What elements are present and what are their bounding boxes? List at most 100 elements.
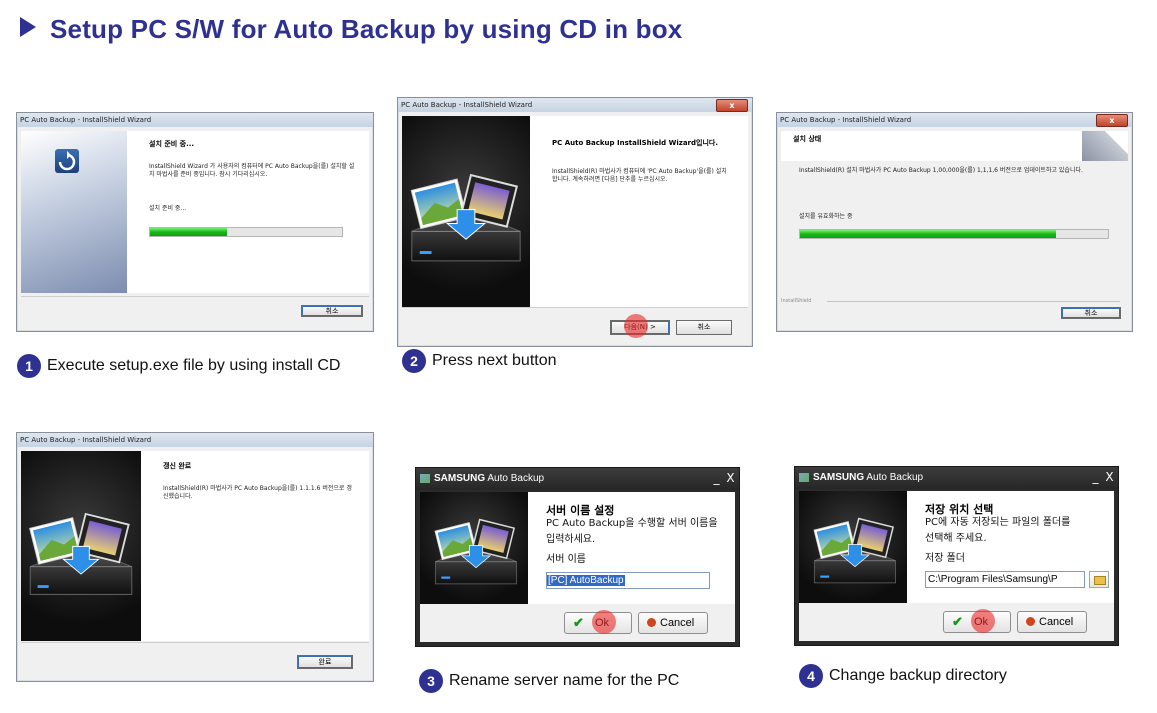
samsung-dialog-backup-folder: SAMSUNG Auto Backup _ X 저장 위치 선택 PC에 자동 … xyxy=(794,466,1119,646)
folder-browse-icon[interactable] xyxy=(1089,571,1109,588)
step-caption-2: 2 Press next button xyxy=(402,349,557,373)
minimize-button[interactable]: _ xyxy=(1089,470,1102,485)
close-button[interactable]: X xyxy=(1103,470,1116,485)
wizard-window-status: PC Auto Backup - InstallShield Wizard x 설… xyxy=(776,112,1133,332)
minimize-button[interactable]: _ xyxy=(710,471,723,486)
wizard-footer: 완료 xyxy=(21,642,369,677)
wizard-footer: 취소 xyxy=(21,296,369,327)
backup-folder-input[interactable]: C:\Program Files\Samsung\P xyxy=(925,571,1085,588)
progress-fill xyxy=(800,230,1056,238)
brand-name: SAMSUNG xyxy=(434,473,486,484)
wizard-window-complete: PC Auto Backup - InstallShield Wizard 갱신… xyxy=(16,432,374,682)
click-indicator xyxy=(971,609,995,633)
wizard-window-welcome: PC Auto Backup - InstallShield Wizard x P… xyxy=(397,97,753,347)
cancel-button[interactable]: 취소 xyxy=(676,320,732,335)
finish-button[interactable]: 완료 xyxy=(297,655,353,669)
step-number-badge: 3 xyxy=(419,669,443,693)
step-caption-3: 3 Rename server name for the PC xyxy=(419,669,679,693)
click-indicator xyxy=(592,610,616,634)
field-label: 서버 이름 xyxy=(546,554,586,565)
progress-bar xyxy=(799,229,1109,239)
window-title-text: PC Auto Backup - InstallShield Wizard xyxy=(401,101,533,109)
step-number-badge: 4 xyxy=(799,664,823,688)
server-name-input[interactable]: [PC] AutoBackup xyxy=(546,572,710,589)
dialog-line-1: PC Auto Backup을 수행할 서버 이름을 xyxy=(546,518,718,529)
window-title: PC Auto Backup - InstallShield Wizard x xyxy=(398,98,752,112)
cancel-button[interactable]: 취소 xyxy=(301,305,363,317)
step-caption-1: 1 Execute setup.exe file by using install… xyxy=(17,354,340,378)
dialog-footer: ✔ Ok Cancel xyxy=(799,603,1114,641)
wizard-heading: PC Auto Backup InstallShield Wizard입니다. xyxy=(552,139,718,147)
window-title: PC Auto Backup - InstallShield Wizard x xyxy=(777,113,1132,127)
step-number-badge: 1 xyxy=(17,354,41,378)
app-name: Auto Backup xyxy=(866,472,924,483)
wizard-description: InstallShield Wizard 가 사용자의 컴퓨터에 PC Auto… xyxy=(149,163,355,178)
wizard-status: 설치 준비 중... xyxy=(149,205,187,212)
check-icon: ✔ xyxy=(952,614,963,629)
installshield-divider: InstallShield xyxy=(781,297,1120,307)
close-button[interactable]: X xyxy=(724,471,737,486)
close-button[interactable]: x xyxy=(716,99,748,112)
cancel-button[interactable]: 취소 xyxy=(1061,307,1121,319)
cancel-label: Cancel xyxy=(1039,616,1074,628)
step-text: Press next button xyxy=(432,352,557,370)
step-text: Execute setup.exe file by using install … xyxy=(47,357,341,375)
photo-drive-icon xyxy=(813,517,897,584)
wizard-window-preparing: PC Auto Backup - InstallShield Wizard 설치… xyxy=(16,112,374,332)
cancel-label: Cancel xyxy=(660,617,695,629)
dialog-titlebar: SAMSUNG Auto Backup _ X xyxy=(416,468,739,490)
wizard-body: PC Auto Backup InstallShield Wizard입니다. … xyxy=(402,116,748,308)
samsung-logo-icon xyxy=(799,473,809,482)
window-title: PC Auto Backup - InstallShield Wizard xyxy=(17,113,373,127)
cancel-circle-icon xyxy=(647,618,656,627)
dialog-line-2: 입력하세요. xyxy=(546,534,596,545)
dialog-line-1: PC에 자동 저장되는 파일의 폴더를 xyxy=(925,517,1071,528)
dialog-footer: ✔ Ok Cancel xyxy=(420,604,735,642)
wizard-description: InstallShield(R) 마법사가 PC Auto Backup을(를)… xyxy=(163,485,352,500)
samsung-dialog-server-name: SAMSUNG Auto Backup _ X 서버 이름 설정 PC Auto… xyxy=(415,467,740,647)
wizard-heading: 설치 준비 중... xyxy=(149,140,195,148)
page-title-text: Setup PC S/W for Auto Backup by using CD… xyxy=(50,14,683,44)
cancel-button[interactable]: Cancel xyxy=(638,612,708,634)
wizard-body: 설치 준비 중... InstallShield Wizard 가 사용자의 컴… xyxy=(21,131,369,293)
wizard-side-panel xyxy=(21,131,127,293)
installshield-brand: InstallShield xyxy=(781,298,812,304)
dialog-side-graphic xyxy=(420,492,528,604)
click-indicator xyxy=(624,314,648,338)
photo-drive-icon xyxy=(434,518,518,585)
folder-shape xyxy=(1094,576,1106,585)
dialog-line-2: 선택해 주세요. xyxy=(925,533,987,544)
triangle-arrow-icon xyxy=(20,17,36,37)
selected-text: [PC] AutoBackup xyxy=(547,575,625,586)
wizard-description: InstallShield(R) 마법사가 컴퓨터에 'PC Auto Back… xyxy=(552,168,727,183)
field-label: 저장 폴더 xyxy=(925,553,965,564)
cancel-button[interactable]: Cancel xyxy=(1017,611,1087,633)
photo-drive-icon xyxy=(28,513,133,596)
progress-bar xyxy=(149,227,343,237)
dialog-body: 서버 이름 설정 PC Auto Backup을 수행할 서버 이름을 입력하세… xyxy=(420,492,735,604)
check-icon: ✔ xyxy=(573,615,584,630)
dialog-titlebar: SAMSUNG Auto Backup _ X xyxy=(795,467,1118,489)
cancel-circle-icon xyxy=(1026,617,1035,626)
step-text: Change backup directory xyxy=(829,667,1007,685)
page-curl-graphic xyxy=(1082,131,1128,161)
progress-fill xyxy=(150,228,227,236)
wizard-heading: 갱신 완료 xyxy=(163,462,192,470)
wizard-status: 설치를 유효화하는 중 xyxy=(799,213,853,220)
window-title: PC Auto Backup - InstallShield Wizard xyxy=(17,433,373,447)
wizard-description: InstallShield(R) 설치 마법사가 PC Auto Backup … xyxy=(799,167,1083,174)
installer-refresh-icon xyxy=(55,149,79,173)
samsung-logo-icon xyxy=(420,474,430,483)
brand-name: SAMSUNG xyxy=(813,472,865,483)
app-name: Auto Backup xyxy=(487,473,545,484)
wizard-side-graphic xyxy=(21,451,141,641)
wizard-header-band: 설치 상태 xyxy=(781,131,1128,161)
close-button[interactable]: x xyxy=(1096,114,1128,127)
dialog-body: 저장 위치 선택 PC에 자동 저장되는 파일의 폴더를 선택해 주세요. 저장… xyxy=(799,491,1114,603)
wizard-footer: 다음(N) > 취소 xyxy=(402,307,748,342)
photo-drive-icon xyxy=(410,174,522,262)
wizard-heading: 설치 상태 xyxy=(793,135,822,143)
step-number-badge: 2 xyxy=(402,349,426,373)
window-title-text: PC Auto Backup - InstallShield Wizard xyxy=(780,116,912,124)
wizard-side-graphic xyxy=(402,116,530,308)
